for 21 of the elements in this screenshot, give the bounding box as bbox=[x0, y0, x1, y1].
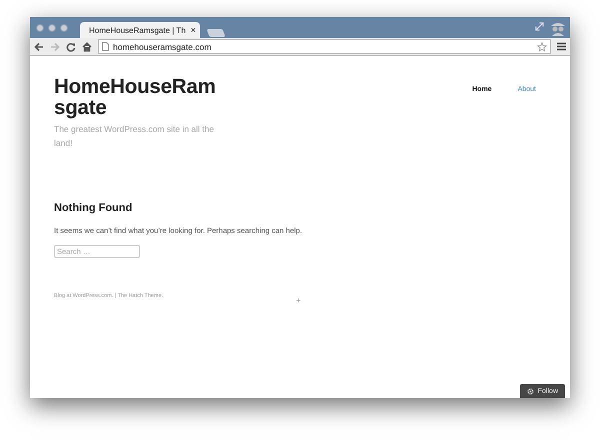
close-tab-icon[interactable]: × bbox=[188, 25, 196, 35]
page-heading: Nothing Found bbox=[54, 202, 134, 214]
site-tagline: The greatest WordPress.com site in all the land! bbox=[54, 123, 215, 150]
page-icon bbox=[102, 42, 109, 51]
back-icon[interactable] bbox=[34, 42, 44, 52]
browser-tab[interactable]: HomeHouseRamsgate | Th × bbox=[80, 22, 200, 38]
forward-icon[interactable] bbox=[50, 42, 60, 52]
expand-icon[interactable] bbox=[535, 22, 544, 31]
new-tab-button[interactable] bbox=[206, 29, 226, 37]
plus-sign: + bbox=[296, 296, 301, 305]
address-bar[interactable]: homehouseramsgate.com bbox=[98, 39, 551, 54]
tab-title: HomeHouseRamsgate | Th bbox=[89, 26, 186, 34]
minimize-window-icon[interactable] bbox=[48, 24, 56, 32]
star-icon[interactable] bbox=[537, 42, 547, 52]
menu-icon[interactable] bbox=[557, 42, 566, 51]
site-title[interactable]: HomeHouseRamsgate bbox=[54, 76, 224, 118]
reload-icon[interactable] bbox=[66, 42, 76, 52]
home-icon[interactable] bbox=[82, 42, 92, 52]
gear-icon bbox=[526, 388, 534, 394]
close-window-icon[interactable] bbox=[36, 24, 44, 32]
zoom-window-icon[interactable] bbox=[60, 24, 68, 32]
